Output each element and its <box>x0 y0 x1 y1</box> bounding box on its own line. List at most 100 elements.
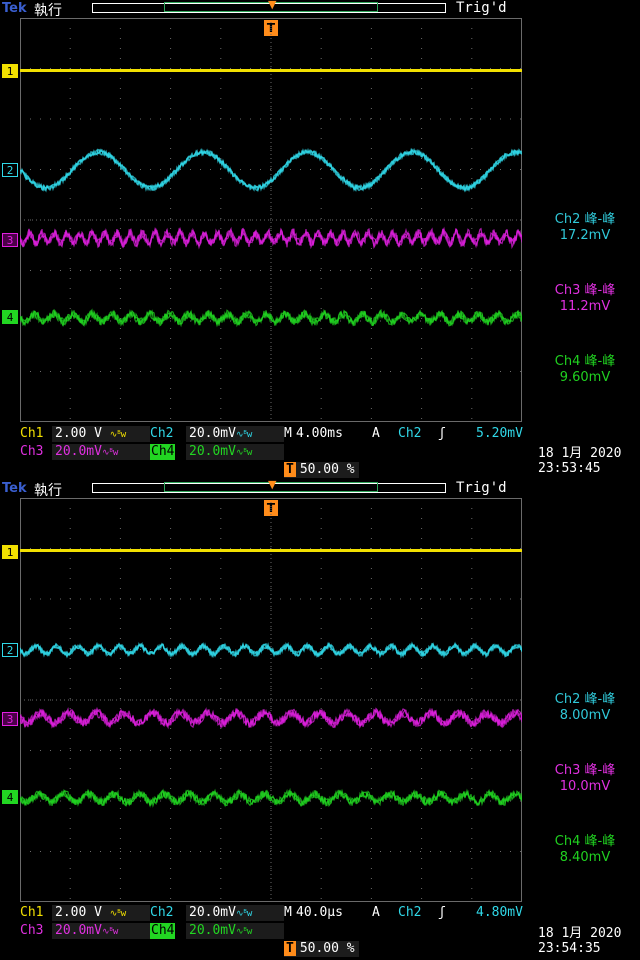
timebase-label: M <box>284 426 292 441</box>
trigger-position-value: 50.00 % <box>299 462 355 477</box>
ch3-label: Ch3 <box>20 444 44 459</box>
ch3-scale-value: 20.0mV <box>55 444 102 459</box>
ch2-scale-value: 20.0mV <box>189 426 236 441</box>
graticule <box>20 18 522 422</box>
trigger-state: Trig'd <box>456 0 507 16</box>
trigger-position-badge: T <box>284 462 296 477</box>
measurement-ch4-pk2pk: Ch4 峰-峰 9.60mV <box>530 354 640 386</box>
trigger-source[interactable]: Ch2 <box>398 426 421 442</box>
trigger-position-badge: T <box>284 941 296 956</box>
ch2-scale[interactable]: 20.0mV∿ᴮw <box>186 905 284 921</box>
ch4-scale-value: 20.0mV <box>189 444 236 459</box>
ch1-scale[interactable]: 2.00 V ∿ᴮw <box>52 905 150 921</box>
waveform-display <box>20 18 522 422</box>
measurement-ch3-pk2pk: Ch3 峰-峰 11.2mV <box>530 283 640 315</box>
acquisition-state: 執行 <box>34 483 62 499</box>
measurement-value: 9.60mV <box>559 370 611 385</box>
coupling-icon: ∿ᴮw <box>235 448 252 458</box>
ch1-ground-marker[interactable]: 1 <box>2 64 18 78</box>
coupling-icon: ∿ᴮw <box>101 927 118 937</box>
measurement-value: 8.40mV <box>559 850 611 865</box>
ch2-scale[interactable]: 20.0mV∿ᴮw <box>186 426 284 442</box>
coupling-icon: ∿ᴮw <box>235 430 252 440</box>
trigger-position-readout: T 50.00 % <box>284 462 359 478</box>
ch2-ground-marker[interactable]: 2 <box>2 643 18 657</box>
measurement-ch2-pk2pk: Ch2 峰-峰 17.2mV <box>530 212 640 244</box>
ch3-trace-pass <box>20 226 522 250</box>
ch1-trace <box>20 549 522 552</box>
measurement-value: 17.2mV <box>559 228 611 243</box>
trigger-position-readout: T 50.00 % <box>284 941 359 957</box>
rising-edge-icon: ʃ <box>438 426 446 441</box>
measurement-label: Ch2 峰-峰 <box>554 212 616 227</box>
waveform-display <box>20 498 522 902</box>
measurement-ch4-pk2pk: Ch4 峰-峰 8.40mV <box>530 834 640 866</box>
timestamp-date: 18 1月 2020 <box>538 446 622 461</box>
ch3-label: Ch3 <box>20 923 44 938</box>
measurement-label: Ch2 峰-峰 <box>554 692 616 707</box>
rising-edge-icon: ʃ <box>438 905 446 920</box>
acquisition-state: 執行 <box>34 3 62 19</box>
status-header: Tek 執行 ▼ Trig'd <box>0 0 640 19</box>
ch2-ground-marker[interactable]: 2 <box>2 163 18 177</box>
timebase-value[interactable]: 40.0µs <box>296 905 343 921</box>
ch4-scale[interactable]: 20.0mV∿ᴮw <box>186 923 284 939</box>
trigger-state: Trig'd <box>456 480 507 496</box>
ch4-trace <box>20 787 522 808</box>
measurement-label: Ch4 峰-峰 <box>554 354 616 369</box>
timestamp-date: 18 1月 2020 <box>538 926 622 941</box>
timebase-label: M <box>284 905 292 920</box>
timestamp: 18 1月 2020 23:53:45 <box>538 446 621 476</box>
coupling-icon: ∿ᴮw <box>235 909 252 919</box>
timestamp-time: 23:53:45 <box>538 461 601 476</box>
ch3-trace <box>20 226 522 250</box>
status-header: Tek 執行 ▼ Trig'd <box>0 480 640 499</box>
ch3-scale[interactable]: 20.0mV∿ᴮw <box>52 444 150 460</box>
measurement-ch3-pk2pk: Ch3 峰-峰 10.0mV <box>530 763 640 795</box>
ch1-scale-value: 2.00 V <box>55 905 102 920</box>
ch3-ground-marker[interactable]: 3 <box>2 233 18 247</box>
ch2-scale-value: 20.0mV <box>189 905 236 920</box>
coupling-icon: ∿ᴮw <box>101 448 118 458</box>
ch3-trace <box>20 706 522 730</box>
ch1-scale-value: 2.00 V <box>55 426 102 441</box>
ch4-trace <box>20 308 522 328</box>
ch4-ground-marker[interactable]: 4 <box>2 310 18 324</box>
ch4-label: Ch4 <box>150 923 176 939</box>
measurement-value: 8.00mV <box>559 708 611 723</box>
ch4-label: Ch4 <box>150 444 176 460</box>
ch2-label: Ch2 <box>150 426 174 441</box>
ch3-scale[interactable]: 20.0mV∿ᴮw <box>52 923 150 939</box>
ch1-label: Ch1 <box>20 905 44 920</box>
ch4-scale-value: 20.0mV <box>189 923 236 938</box>
trigger-level[interactable]: 4.80mV <box>476 905 523 921</box>
ch4-ground-marker[interactable]: 4 <box>2 790 18 804</box>
ch2-label: Ch2 <box>150 905 174 920</box>
ch1-ground-marker[interactable]: 1 <box>2 545 18 559</box>
tek-logo: Tek <box>2 1 27 16</box>
trigger-position-icon: ▼ <box>268 480 277 491</box>
timestamp-time: 23:54:35 <box>538 941 601 956</box>
measurement-label: Ch4 峰-峰 <box>554 834 616 849</box>
ch3-ground-marker[interactable]: 3 <box>2 712 18 726</box>
scope-screen-bottom: Tek 執行 ▼ Trig'd T 1 2 3 4 Ch2 峰-峰 8.00mV… <box>0 480 640 960</box>
ch3-scale-value: 20.0mV <box>55 923 102 938</box>
measurement-label: Ch3 峰-峰 <box>554 763 616 778</box>
scope-screen-top: Tek 執行 ▼ Trig'd T 1 2 3 4 Ch2 峰-峰 17.2mV… <box>0 0 640 480</box>
measurement-value: 11.2mV <box>559 299 611 314</box>
coupling-icon: ∿ᴮw <box>235 927 252 937</box>
coupling-icon: ∿ᴮw <box>109 909 126 919</box>
measurement-label: Ch3 峰-峰 <box>554 283 616 298</box>
tek-logo: Tek <box>2 481 27 496</box>
trigger-mode: A <box>372 426 380 441</box>
ch1-scale[interactable]: 2.00 V ∿ᴮw <box>52 426 150 442</box>
trigger-source[interactable]: Ch2 <box>398 905 421 921</box>
timebase-value[interactable]: 4.00ms <box>296 426 343 442</box>
ch4-scale[interactable]: 20.0mV∿ᴮw <box>186 444 284 460</box>
ch1-label: Ch1 <box>20 426 44 441</box>
trigger-position-value: 50.00 % <box>299 941 355 956</box>
measurement-value: 10.0mV <box>559 779 611 794</box>
trigger-position-icon: ▼ <box>268 0 277 11</box>
trigger-level[interactable]: 5.20mV <box>476 426 523 442</box>
measurement-ch2-pk2pk: Ch2 峰-峰 8.00mV <box>530 692 640 724</box>
